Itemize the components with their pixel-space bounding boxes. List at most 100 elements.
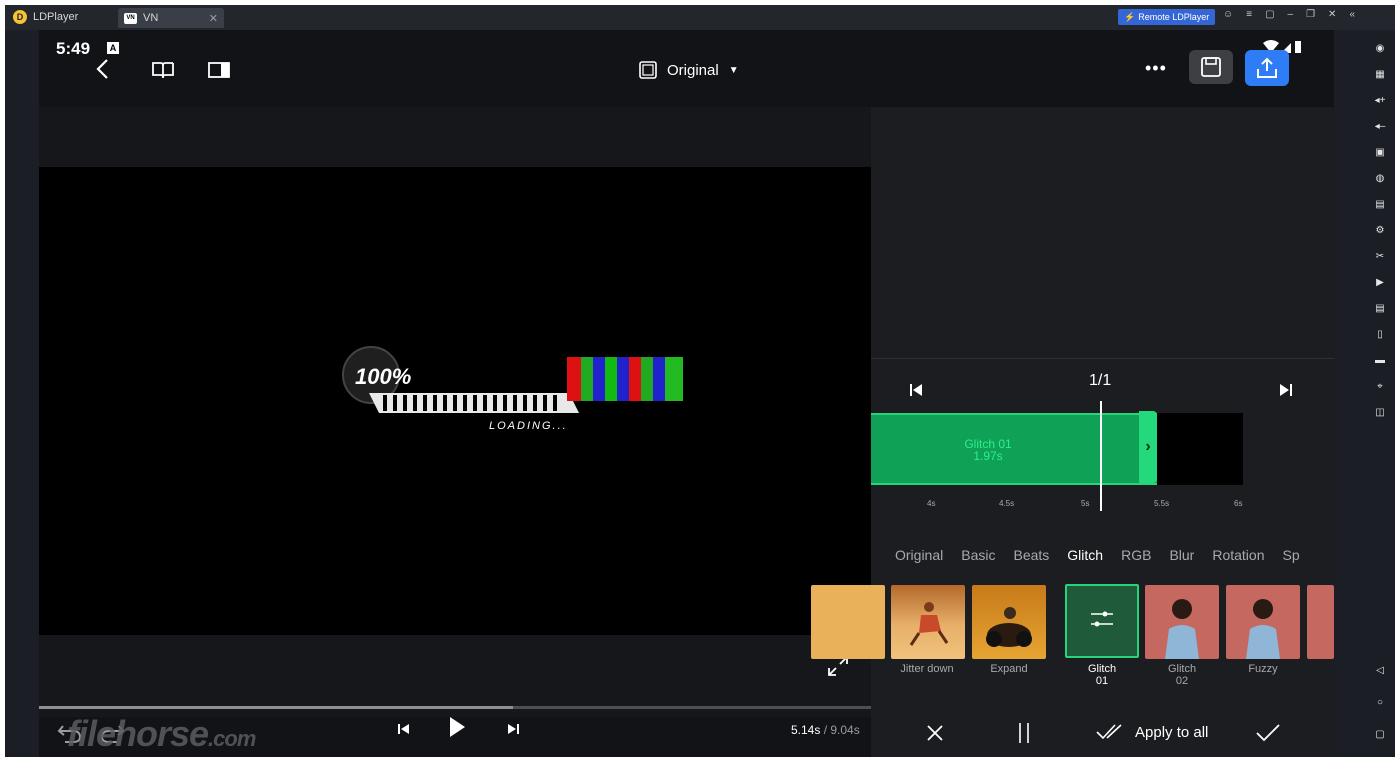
clip-label: Glitch 01 1.97s: [943, 438, 1033, 462]
effect-thumb-partial-right[interactable]: [1307, 585, 1334, 659]
account-icon[interactable]: ☺: [1223, 9, 1233, 20]
double-check-icon: [1096, 724, 1122, 740]
tab-beats[interactable]: Beats: [1013, 547, 1049, 577]
skip-forward-icon[interactable]: [506, 722, 520, 736]
effect-thumb-glitch-01-selected[interactable]: [1065, 584, 1139, 658]
remote-button-label: Remote LDPlayer: [1138, 12, 1210, 22]
status-indicator-icon: A: [107, 42, 119, 54]
minimize-icon[interactable]: –: [1288, 9, 1294, 20]
action-bar: Apply to all: [871, 709, 1334, 757]
aspect-ratio-selector[interactable]: Original ▼: [639, 61, 739, 79]
effect-thumb-fuzzy[interactable]: [1226, 585, 1300, 659]
adjust-sliders-icon: [1091, 611, 1113, 627]
aspect-label: Original: [667, 61, 719, 79]
page-indicator: 1/1: [1089, 372, 1112, 389]
ruler-label: 6s: [1234, 499, 1243, 508]
effects-panel: 1/1 Glitch 01 1.97s › 4s 4.5s 5s 5.5s 6s: [811, 107, 1334, 757]
menu-icon[interactable]: ≡: [1246, 9, 1252, 20]
playhead[interactable]: [1100, 401, 1102, 511]
confirm-check-icon[interactable]: [1255, 723, 1281, 743]
adjacent-clip[interactable]: [1157, 413, 1243, 485]
overlay-loading: LOADING...: [489, 420, 568, 432]
effect-thumb-expand[interactable]: [972, 585, 1046, 659]
watermark-text: filehorse: [67, 713, 209, 754]
export-button[interactable]: [1245, 50, 1289, 86]
save-button[interactable]: [1189, 50, 1233, 84]
volume-down-icon[interactable]: ◂–: [1374, 120, 1386, 132]
previous-clip-icon[interactable]: [909, 383, 923, 397]
apply-all-label: Apply to all: [1135, 723, 1209, 741]
restore-icon[interactable]: ❐: [1306, 9, 1315, 20]
tab-close-icon[interactable]: ✕: [209, 12, 218, 25]
timeline-ruler: 4s 4.5s 5s 5.5s 6s: [871, 487, 1251, 509]
multi-window-icon[interactable]: ▢: [1265, 9, 1274, 20]
nav-home-icon[interactable]: ○: [1374, 696, 1386, 708]
keyboard-icon[interactable]: ▦: [1374, 68, 1386, 80]
lightning-icon: ⚡: [1124, 11, 1136, 22]
app-name: LDPlayer: [33, 11, 79, 23]
effect-clip[interactable]: Glitch 01 1.97s: [871, 413, 1161, 485]
nav-back-icon[interactable]: ◁: [1374, 664, 1386, 676]
next-clip-icon[interactable]: [1279, 383, 1293, 397]
layout-panel-icon[interactable]: [207, 61, 231, 79]
record-icon[interactable]: ▶: [1374, 276, 1386, 288]
multi-instance-icon[interactable]: ◫: [1374, 406, 1386, 418]
video-preview[interactable]: 100% LOADING...: [39, 167, 871, 635]
sync-icon[interactable]: ▤: [1374, 198, 1386, 210]
apk-install-icon[interactable]: ◍: [1374, 172, 1386, 184]
robot-icon[interactable]: ⚙: [1374, 224, 1386, 236]
folder-icon[interactable]: ▬: [1374, 354, 1386, 366]
tab-sp[interactable]: Sp: [1283, 547, 1300, 577]
operation-record-icon[interactable]: ▤: [1374, 302, 1386, 314]
tab-title: VN: [143, 12, 159, 24]
effect-thumb-glitch-02[interactable]: [1145, 585, 1219, 659]
tab-rgb[interactable]: RGB: [1121, 547, 1151, 577]
emulator-sidebar: ◉ ▦ ◂+ ◂– ▣ ◍ ▤ ⚙ ✂ ▶ ▤ ▯ ▬ ⌖ ◫ ◁ ○ ▢: [1365, 30, 1395, 757]
chevron-down-icon: ▼: [728, 64, 739, 76]
tab-basic[interactable]: Basic: [961, 547, 995, 577]
fuzzy-thumb-image: [1246, 599, 1280, 659]
total-time: / 9.04s: [823, 723, 860, 737]
play-icon[interactable]: [447, 715, 467, 739]
book-icon[interactable]: [151, 61, 175, 79]
video-frame: 100% LOADING...: [342, 346, 683, 432]
panel-preview-area: [871, 107, 1334, 359]
clip-trim-handle[interactable]: ›: [1139, 411, 1157, 483]
location-icon[interactable]: ⌖: [1374, 380, 1386, 392]
ldplayer-logo-icon: D: [13, 10, 27, 24]
tab-vn[interactable]: VN VN ✕: [118, 8, 224, 28]
effect-label: Glitch 01: [1087, 663, 1117, 687]
emulator-window: D LDPlayer VN VN ✕ ⚡ Remote LDPlayer ☺ ≡…: [5, 5, 1395, 757]
scissors-icon[interactable]: ✂: [1374, 250, 1386, 262]
remote-ldplayer-button[interactable]: ⚡ Remote LDPlayer: [1118, 9, 1216, 25]
ruler-label: 5.5s: [1154, 499, 1170, 508]
save-icon: [1201, 57, 1221, 77]
clip-duration: 1.97s: [973, 449, 1003, 463]
cancel-icon[interactable]: [925, 723, 945, 743]
effect-thumb-jitter-down[interactable]: [891, 585, 965, 659]
tab-glitch[interactable]: Glitch: [1067, 547, 1103, 577]
settings-icon[interactable]: ◉: [1374, 42, 1386, 54]
split-icon[interactable]: [1017, 721, 1031, 745]
preview-area: 100% LOADING...: [39, 107, 871, 717]
tab-blur[interactable]: Blur: [1169, 547, 1194, 577]
overlay-percent: 100%: [355, 364, 411, 389]
back-icon[interactable]: [95, 58, 109, 80]
skip-back-icon[interactable]: [397, 722, 411, 736]
close-icon[interactable]: ✕: [1328, 9, 1336, 20]
more-options-icon[interactable]: •••: [1145, 58, 1167, 79]
effect-thumbnails: Jitter down Expand Glitch 01 Glitch 02 F…: [811, 584, 1334, 705]
collapse-icon[interactable]: «: [1349, 9, 1355, 20]
nav-recents-icon[interactable]: ▢: [1374, 728, 1386, 740]
ruler-label: 5s: [1081, 499, 1090, 508]
volume-up-icon[interactable]: ◂+: [1374, 94, 1386, 106]
tab-rotation[interactable]: Rotation: [1212, 547, 1264, 577]
expand-thumb-image: [986, 607, 1032, 647]
screenshot-icon[interactable]: ▣: [1374, 146, 1386, 158]
apply-to-all-button[interactable]: Apply to all: [1095, 723, 1208, 741]
title-bar: D LDPlayer VN VN ✕ ⚡ Remote LDPlayer ☺ ≡…: [5, 5, 1395, 30]
shake-icon[interactable]: ▯: [1374, 328, 1386, 340]
effect-thumb-partial[interactable]: [811, 585, 885, 659]
glitch-02-thumb-image: [1165, 599, 1199, 659]
tab-original[interactable]: Original: [895, 547, 943, 577]
